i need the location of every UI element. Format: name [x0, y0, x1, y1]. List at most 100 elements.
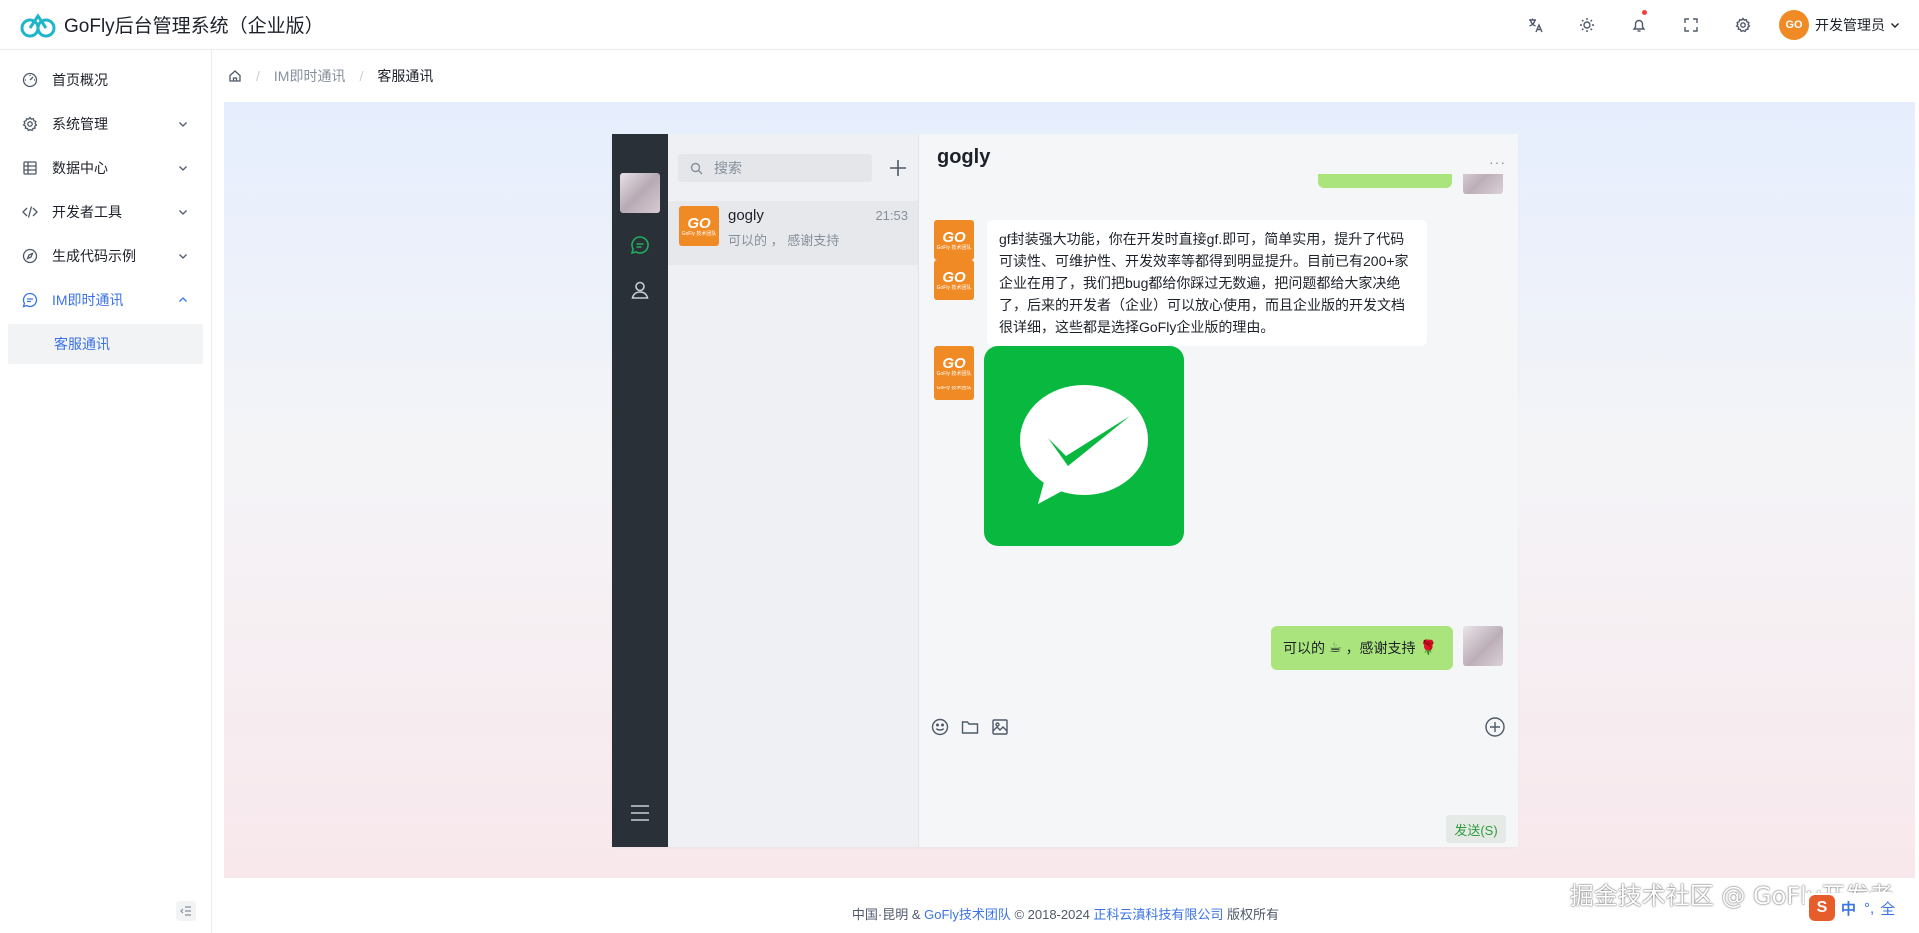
footer-company-link[interactable]: 正科云滇科技有限公司	[1093, 907, 1223, 922]
conversation-search	[678, 154, 872, 182]
sidebar-item-dev-tools[interactable]: 开发者工具	[0, 190, 211, 234]
plus-circle-icon[interactable]	[1484, 716, 1506, 738]
ime-width[interactable]: 全	[1880, 898, 1895, 919]
footer-team-link[interactable]: GoFly技术团队	[924, 907, 1011, 922]
chat-panel: gogly ··· GO GoFly 技术团队 GO GoFly 技术团队	[919, 134, 1518, 847]
message-text: 可以的	[1283, 640, 1325, 656]
home-icon[interactable]	[228, 69, 242, 83]
composer-toolbar	[929, 716, 1011, 738]
chat-peer-name: gogly	[937, 146, 991, 168]
rose-emoji: 🌹	[1419, 640, 1437, 656]
dashboard-icon	[22, 72, 38, 88]
sidebar-item-label: IM即时通讯	[52, 292, 124, 308]
database-icon	[23, 161, 37, 175]
app-logo[interactable]: GoFly后台管理系统（企业版）	[0, 10, 324, 40]
sidebar-item-codegen[interactable]: 生成代码示例	[0, 234, 211, 278]
footer-rights: 版权所有	[1223, 907, 1280, 922]
chat-window: GO GoFly 技术团队 gogly 21:53 可以的 ， 感谢支持 gog…	[612, 134, 1518, 847]
notification-dot	[1642, 10, 1647, 15]
send-button[interactable]: 发送(S)	[1446, 815, 1506, 843]
message-row-mine: 可以的 ☕ ，感谢支持 🌹	[1271, 626, 1503, 670]
menu-icon[interactable]	[629, 802, 651, 824]
message-bubble-partial	[1318, 174, 1452, 188]
message-composer[interactable]: 发送(S)	[919, 700, 1518, 847]
message-bubble-mine: 可以的 ☕ ，感谢支持 🌹	[1271, 626, 1453, 670]
message-row-image: GO GoFly 技术团队	[934, 346, 1184, 546]
sidebar-item-label: 生成代码示例	[52, 248, 136, 264]
breadcrumb-separator: /	[359, 68, 364, 84]
conversation-preview: 可以的 ， 感谢支持	[728, 233, 840, 248]
image-icon[interactable]	[989, 716, 1011, 738]
add-icon[interactable]	[888, 158, 908, 178]
user-menu[interactable]: GO 开发管理员	[1769, 10, 1919, 40]
chevron-up-icon	[179, 297, 187, 302]
ime-logo[interactable]: S	[1809, 895, 1835, 921]
sidebar-item-system[interactable]: 系统管理	[0, 102, 211, 146]
chevron-down-icon	[179, 166, 187, 171]
conversation-list: GO GoFly 技术团队 gogly 21:53 可以的 ， 感谢支持	[668, 134, 919, 847]
user-name: 开发管理员	[1815, 17, 1885, 33]
sidebar: 首页概况 系统管理 数据中心 开发者工具 生成代码示例 IM即时通讯 客服通讯	[0, 50, 212, 933]
collapse-sidebar-button[interactable]	[176, 901, 196, 921]
message-row-text: GO GoFly 技术团队 gf封装强大功能，你在开发时直接gf.即可，简单实用…	[934, 220, 1427, 346]
search-icon	[690, 162, 703, 174]
sidebar-item-data-center[interactable]: 数据中心	[0, 146, 211, 190]
theme-sun-icon[interactable]	[1561, 0, 1613, 50]
sidebar-item-im[interactable]: IM即时通讯	[0, 278, 211, 322]
header-actions: GO 开发管理员	[1509, 0, 1919, 50]
conversation-avatar: GO GoFly 技术团队	[679, 206, 719, 246]
translate-icon[interactable]	[1509, 0, 1561, 50]
my-message-avatar	[1463, 626, 1503, 666]
my-avatar[interactable]	[620, 173, 660, 213]
app-title: GoFly后台管理系统（企业版）	[64, 16, 324, 37]
breadcrumb-separator: /	[256, 68, 260, 84]
sidebar-item-label: 系统管理	[52, 116, 108, 132]
chat-icon	[22, 292, 38, 308]
user-avatar: GO	[1779, 10, 1809, 40]
messages-icon[interactable]	[629, 234, 651, 256]
message-list[interactable]: GO GoFly 技术团队 GO GoFly 技术团队 GO GoFly 技术团…	[919, 174, 1518, 700]
breadcrumb: / IM即时通讯 / 客服通讯	[228, 64, 433, 88]
gear-icon	[22, 116, 38, 132]
footer-location: 中国·昆明 &	[851, 907, 925, 922]
chat-nav-rail	[612, 134, 668, 847]
message-bubble: gf封装强大功能，你在开发时直接gf.即可，简单实用，提升了代码可读性、可维护性…	[987, 220, 1427, 346]
breadcrumb-item[interactable]: IM即时通讯	[274, 66, 346, 86]
settings-icon[interactable]	[1717, 0, 1769, 50]
wechat-logo-icon	[1020, 385, 1148, 504]
footer-copyright: © 2018-2024	[1010, 907, 1094, 922]
peer-avatar: GO GoFly 技术团队	[934, 346, 974, 386]
chevron-down-icon	[179, 254, 187, 259]
sidebar-item-dashboard[interactable]: 首页概况	[0, 58, 211, 102]
chevron-down-icon	[179, 122, 187, 127]
ime-toolbar: S 中 °, 全	[1805, 893, 1919, 923]
ime-mode[interactable]: 中	[1841, 898, 1856, 919]
search-input[interactable]	[714, 160, 864, 176]
top-header: GoFly后台管理系统（企业版） GO 开发管理员	[0, 0, 1919, 50]
coffee-emoji: ☕	[1329, 640, 1342, 656]
message-text: ，感谢支持	[1345, 640, 1416, 656]
folder-icon[interactable]	[959, 716, 981, 738]
sidebar-subitem-customer-service[interactable]: 客服通讯	[8, 324, 203, 364]
conversation-item[interactable]: GO GoFly 技术团队 gogly 21:53 可以的 ， 感谢支持	[668, 201, 918, 265]
conversation-name: gogly	[728, 207, 764, 224]
compass-icon	[22, 248, 38, 264]
sidebar-item-label: 数据中心	[52, 160, 108, 176]
ime-punctuation[interactable]: °,	[1864, 900, 1874, 917]
sidebar-item-label: 首页概况	[52, 72, 108, 88]
chevron-down-icon	[1891, 23, 1899, 28]
my-message-avatar	[1463, 174, 1503, 194]
breadcrumb-current: 客服通讯	[377, 68, 434, 84]
emoji-icon[interactable]	[929, 716, 951, 738]
gofly-logo-icon	[20, 12, 56, 37]
more-options-icon[interactable]: ···	[1489, 154, 1506, 170]
code-icon	[22, 206, 38, 218]
fullscreen-icon[interactable]	[1665, 0, 1717, 50]
contacts-icon[interactable]	[629, 279, 651, 301]
notification-bell-icon[interactable]	[1613, 0, 1665, 50]
conversation-time: 21:53	[875, 208, 908, 223]
image-message[interactable]	[984, 346, 1184, 546]
chevron-down-icon	[179, 210, 187, 215]
sidebar-item-label: 开发者工具	[52, 204, 122, 220]
collapse-menu-icon	[180, 906, 191, 916]
